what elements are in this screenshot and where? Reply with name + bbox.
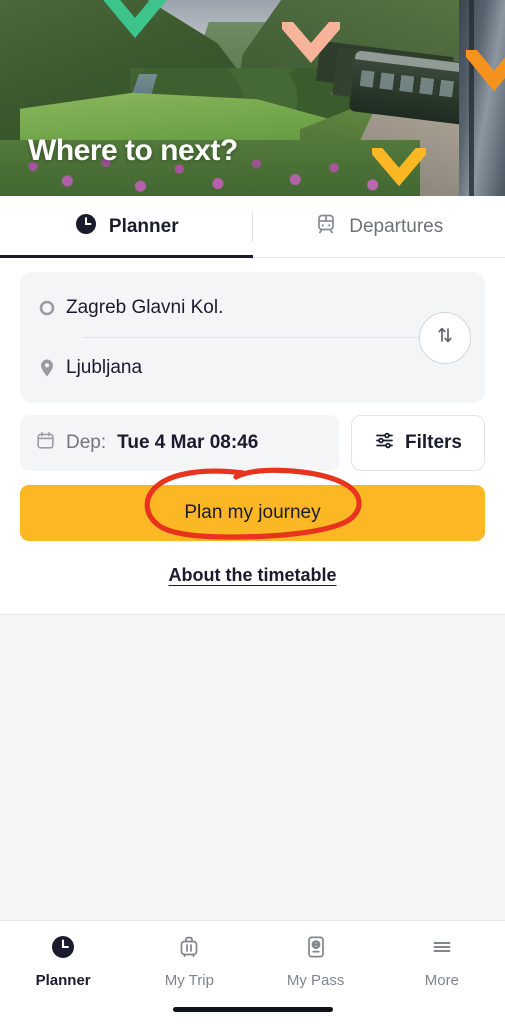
about-the-timetable-link[interactable]: About the timetable bbox=[168, 565, 336, 585]
tab-planner-label: Planner bbox=[108, 216, 179, 237]
tab-departures-label: Departures bbox=[349, 216, 444, 237]
chevron-salmon-icon bbox=[282, 22, 340, 64]
nav-item-my-trip[interactable]: My Trip bbox=[126, 921, 252, 993]
departure-date-field[interactable]: Dep: Tue 4 Mar 08:46 bbox=[20, 415, 339, 471]
swap-vertical-icon bbox=[434, 324, 456, 351]
tab-departures[interactable]: Departures bbox=[253, 196, 505, 258]
nav-item-planner[interactable]: Planner bbox=[0, 921, 126, 993]
station-fields-group: Zagreb Glavni Kol. Ljubljana bbox=[20, 272, 485, 403]
bottom-navigation-bar: Planner My Trip My Pass More bbox=[0, 920, 505, 1024]
filters-label: Filters bbox=[404, 432, 463, 453]
hero-title: Where to next? bbox=[28, 134, 238, 167]
chevron-green-icon bbox=[104, 0, 166, 40]
nav-my-pass-label: My Pass bbox=[286, 971, 345, 989]
chevron-orange-icon bbox=[466, 50, 505, 92]
map-pin-icon bbox=[38, 358, 66, 378]
results-empty-area bbox=[0, 615, 505, 925]
nav-planner-label: Planner bbox=[35, 971, 91, 989]
train-icon bbox=[314, 212, 338, 242]
tab-planner[interactable]: Planner bbox=[0, 196, 253, 258]
nav-item-my-pass[interactable]: My Pass bbox=[253, 921, 379, 993]
chevron-yellow-icon bbox=[372, 148, 426, 188]
top-tab-bar: Planner Departures bbox=[0, 196, 505, 258]
clock-icon bbox=[50, 934, 76, 965]
destination-field[interactable]: Ljubljana bbox=[20, 338, 485, 397]
plan-my-journey-button[interactable]: Plan my journey bbox=[20, 485, 485, 541]
hero-banner: Where to next? bbox=[0, 0, 505, 196]
journey-planner-form: Zagreb Glavni Kol. Ljubljana Dep: Tue 4 … bbox=[0, 258, 505, 614]
nav-my-trip-label: My Trip bbox=[164, 971, 214, 989]
hamburger-icon bbox=[429, 934, 455, 965]
suitcase-icon bbox=[176, 934, 202, 965]
origin-field[interactable]: Zagreb Glavni Kol. bbox=[20, 278, 485, 337]
swap-stations-button[interactable] bbox=[419, 311, 471, 364]
sliders-icon bbox=[374, 430, 395, 456]
app-screen: Where to next? Planner Departures Zagreb… bbox=[0, 0, 505, 1024]
circle-origin-icon bbox=[38, 299, 66, 317]
about-timetable-wrap: About the timetable bbox=[20, 541, 485, 614]
passport-icon bbox=[303, 934, 329, 965]
clock-icon bbox=[74, 212, 98, 242]
nav-item-more[interactable]: More bbox=[379, 921, 505, 993]
home-indicator bbox=[172, 1007, 333, 1012]
date-value: Tue 4 Mar 08:46 bbox=[117, 432, 259, 453]
nav-more-label: More bbox=[424, 971, 459, 989]
calendar-icon bbox=[36, 431, 55, 455]
filters-button[interactable]: Filters bbox=[351, 415, 485, 471]
destination-value: Ljubljana bbox=[66, 356, 143, 378]
date-and-filters-row: Dep: Tue 4 Mar 08:46 Filters bbox=[20, 415, 485, 471]
tab-divider bbox=[252, 212, 253, 242]
origin-value: Zagreb Glavni Kol. bbox=[66, 296, 224, 318]
date-prefix: Dep: bbox=[66, 432, 107, 453]
